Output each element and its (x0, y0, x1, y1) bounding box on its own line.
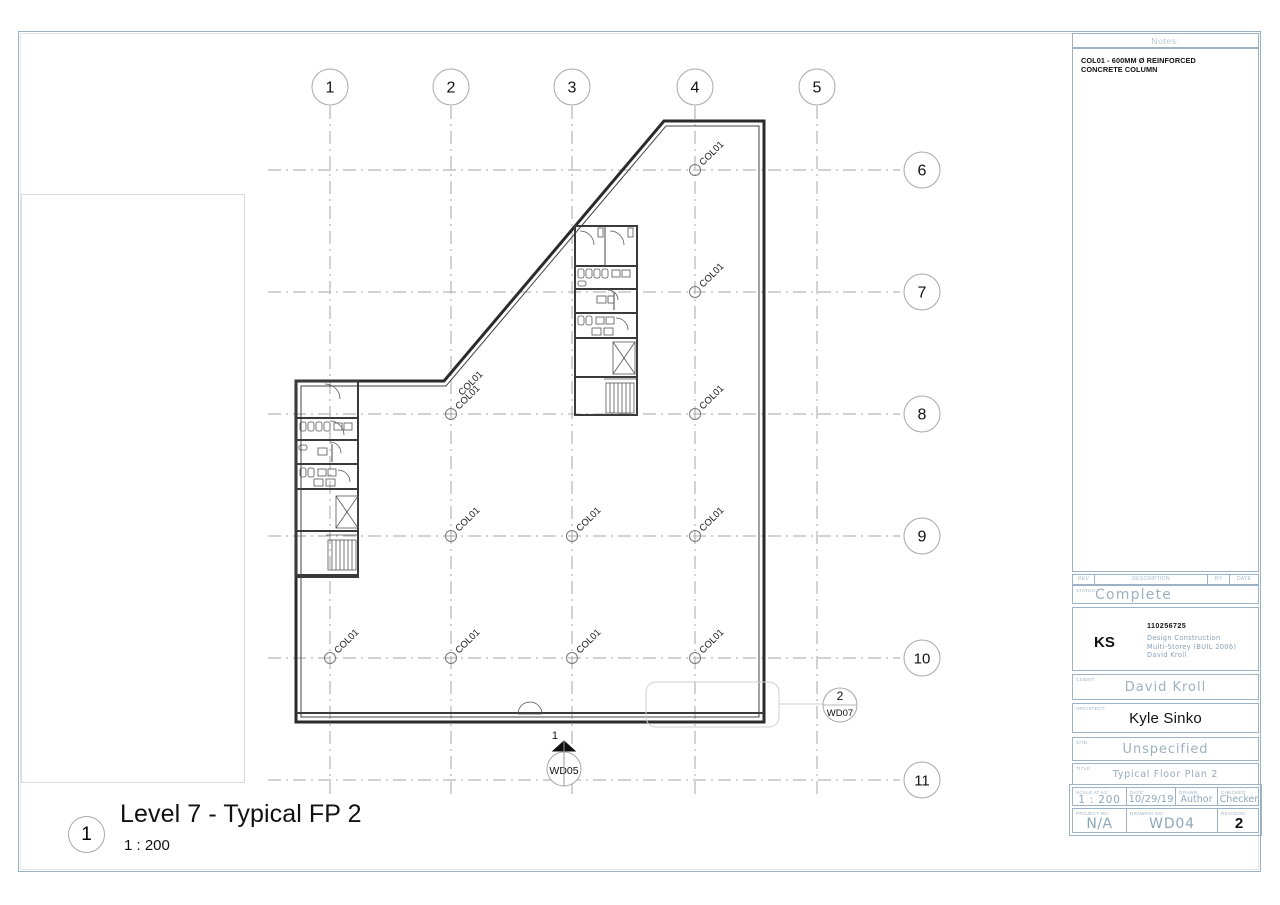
drawing-no-cell[interactable]: DRAWING NO: WD04 (1127, 809, 1218, 832)
callout-boundary[interactable] (645, 681, 830, 728)
project-initials: KS (1094, 634, 1115, 651)
svg-text:COL01: COL01 (574, 505, 603, 534)
status-label: STATUS: (1076, 587, 1097, 593)
building-outline (294, 119, 766, 724)
svg-text:5: 5 (813, 80, 822, 97)
svg-text:7: 7 (918, 285, 927, 302)
grid-lines-vertical (329, 106, 818, 795)
svg-text:COL01: COL01 (332, 627, 361, 656)
project-line-1: Design Construction (1147, 634, 1221, 642)
title-block: Notes: COL01 - 600MM Ø REINFORCED CONCRE… (1069, 33, 1262, 870)
floor-plan-view[interactable]: .gl{stroke:#a6a6a6;stroke-width:1;fill:n… (0, 0, 1070, 905)
revision-col-by: BY (1208, 575, 1230, 584)
svg-text:11: 11 (914, 773, 930, 790)
drawn-cell[interactable]: DRAWN: Author (1176, 788, 1218, 805)
grid-bubble-right-10[interactable]: 10 (903, 639, 941, 677)
revision-cell[interactable]: REVISION: 2 (1218, 809, 1260, 833)
svg-text:9: 9 (918, 529, 927, 546)
project-line-3: David Kroll (1147, 651, 1187, 660)
grid-bubble-right-6[interactable]: 6 (903, 151, 941, 189)
svg-text:1: 1 (552, 730, 558, 742)
date-value: 10/29/19 (1128, 794, 1174, 805)
notes-header: Notes: (1072, 33, 1259, 48)
site-field[interactable]: SITE: Unspecified (1072, 737, 1259, 761)
architect-field[interactable]: ARCHITECT: Kyle Sinko (1072, 703, 1259, 733)
grid-bubble-top-4[interactable]: 4 (676, 68, 714, 106)
checked-value: Checker (1219, 794, 1259, 805)
scale-value: 1 : 200 (1078, 794, 1121, 806)
revision-table-header[interactable]: REV DESCRIPTION BY DATE (1072, 574, 1259, 585)
section-marker-wd05[interactable]: WD05 1 (546, 730, 582, 787)
grid-bubble-top-1[interactable]: 1 (311, 68, 349, 106)
view-title-bubble: 1 (68, 816, 105, 853)
svg-text:COL01: COL01 (697, 383, 726, 412)
section-marker-wd07[interactable]: 2 WD07 (822, 687, 858, 723)
revision-col-description: DESCRIPTION (1095, 575, 1208, 584)
svg-text:1: 1 (326, 80, 335, 97)
svg-text:10: 10 (914, 651, 931, 668)
svg-text:WD07: WD07 (827, 708, 853, 719)
project-no-cell[interactable]: PROJECT NO: N/A (1073, 809, 1127, 832)
client-value: David Kroll (1124, 680, 1207, 695)
project-no-value: N/A (1086, 816, 1113, 832)
svg-text:COL01: COL01 (697, 261, 726, 290)
titleblock-row-scale-date: SCALE AT A3: 1 : 200 DATE: 10/29/19 DRAW… (1072, 787, 1259, 806)
scale-cell[interactable]: SCALE AT A3: 1 : 200 (1073, 788, 1127, 806)
status-value: Complete (1095, 587, 1173, 603)
service-core-right (574, 225, 638, 416)
project-no-label: PROJECT NO: (1076, 810, 1110, 816)
svg-text:2: 2 (447, 80, 456, 97)
svg-text:4: 4 (691, 80, 700, 97)
revision-col-date: DATE (1236, 576, 1252, 582)
drawing-no-label: DRAWING NO: (1130, 810, 1165, 816)
column-grid-markers: COL01 COL01 COL01 COL01 COL01 COL01 COL0… (324, 139, 726, 664)
notes-header-label: Notes: (1151, 36, 1180, 46)
note-line-2: CONCRETE COLUMN (1081, 65, 1158, 75)
note-line-1: COL01 - 600MM Ø REINFORCED (1081, 56, 1196, 65)
view-title-scale: 1 : 200 (124, 837, 170, 854)
project-info-field[interactable]: KS 110256725 Design Construction Multi-S… (1072, 607, 1259, 671)
svg-text:2: 2 (837, 689, 844, 703)
svg-text:COL01: COL01 (453, 627, 482, 656)
titleblock-row-numbers: PROJECT NO: N/A DRAWING NO: WD04 REVISIO… (1072, 808, 1259, 833)
grid-lines-horizontal (268, 169, 900, 781)
view-title-name: Level 7 - Typical FP 2 (120, 800, 362, 828)
date-cell[interactable]: DATE: 10/29/19 (1127, 788, 1176, 805)
service-core-left (295, 380, 359, 578)
project-line-2: Multi-Storey (BUIL 2006) (1147, 642, 1237, 651)
project-description: Design Construction Multi-Storey (BUIL 2… (1147, 634, 1236, 660)
site-value: Unspecified (1122, 742, 1209, 757)
architect-value: Kyle Sinko (1129, 710, 1202, 727)
svg-text:COL01: COL01 (574, 627, 603, 656)
svg-text:COL01: COL01 (697, 505, 726, 534)
status-field[interactable]: STATUS: Complete (1072, 585, 1259, 604)
grid-bubble-right-7[interactable]: 7 (903, 273, 941, 311)
svg-text:3: 3 (568, 80, 577, 97)
grid-bubble-top-2[interactable]: 2 (432, 68, 470, 106)
revision-value: 2 (1234, 815, 1244, 832)
svg-text:COL01: COL01 (453, 505, 482, 534)
grid-bubble-right-8[interactable]: 8 (903, 395, 941, 433)
grid-bubble-top-3[interactable]: 3 (553, 68, 591, 106)
project-number: 110256725 (1147, 621, 1187, 630)
grid-bubble-right-11[interactable]: 11 (903, 761, 941, 799)
grid-bubble-top-5[interactable]: 5 (798, 68, 836, 106)
drawing-title-value: Typical Floor Plan 2 (1112, 769, 1219, 780)
view-title-block[interactable]: 1 Level 7 - Typical FP 2 1 : 200 (68, 800, 488, 870)
drawing-title-field[interactable]: TITLE: Typical Floor Plan 2 (1072, 763, 1259, 785)
client-field[interactable]: CLIENT: David Kroll (1072, 674, 1259, 700)
revision-col-rev: REV (1073, 575, 1095, 584)
svg-text:COL01: COL01 (697, 627, 726, 656)
checked-cell[interactable]: CHECKED: Checker (1218, 788, 1260, 806)
drawn-value: Author (1180, 794, 1213, 805)
drawing-sheet: .gl{stroke:#a6a6a6;stroke-width:1;fill:n… (0, 0, 1280, 905)
svg-text:6: 6 (918, 163, 927, 180)
grid-bubble-right-9[interactable]: 9 (903, 517, 941, 555)
notes-body[interactable]: COL01 - 600MM Ø REINFORCED CONCRETE COLU… (1072, 48, 1259, 572)
drawing-no-value: WD04 (1149, 816, 1195, 832)
svg-text:COL01: COL01 (697, 139, 726, 168)
svg-text:8: 8 (918, 407, 927, 424)
